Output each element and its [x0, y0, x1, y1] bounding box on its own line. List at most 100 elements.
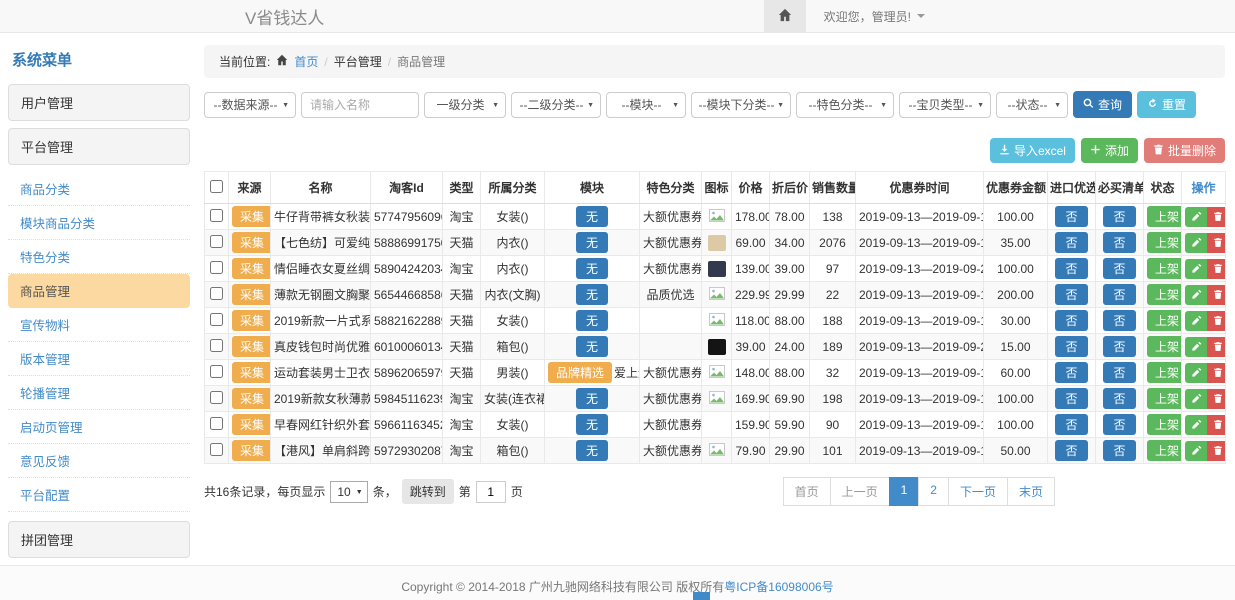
import-toggle-button[interactable]: 否	[1055, 336, 1087, 357]
sidebar-item[interactable]: 模块商品分类	[8, 206, 190, 240]
delete-button[interactable]	[1207, 441, 1226, 461]
filter-select[interactable]: 一级分类	[424, 92, 506, 118]
delete-button[interactable]	[1207, 285, 1226, 305]
reset-button[interactable]: 重置	[1137, 91, 1196, 118]
sidebar-item[interactable]: 商品分类	[8, 172, 190, 206]
sidebar-item[interactable]: 意见反馈	[8, 444, 190, 478]
status-button[interactable]: 上架	[1147, 284, 1182, 305]
row-checkbox[interactable]	[210, 235, 223, 248]
import-toggle-button[interactable]: 否	[1055, 310, 1087, 331]
delete-button[interactable]	[1207, 415, 1226, 435]
page-number-input[interactable]	[476, 481, 506, 503]
sidebar-item[interactable]: 版本管理	[8, 342, 190, 376]
filter-select[interactable]: --模块下分类--	[691, 92, 791, 118]
edit-button[interactable]	[1185, 311, 1207, 331]
search-button[interactable]: 查询	[1073, 91, 1132, 118]
edit-button[interactable]	[1185, 259, 1207, 279]
delete-button[interactable]	[1207, 259, 1226, 279]
import-toggle-button[interactable]: 否	[1055, 258, 1087, 279]
must-buy-toggle-button[interactable]: 否	[1103, 388, 1135, 409]
row-checkbox[interactable]	[210, 365, 223, 378]
sidebar-item[interactable]: 拼团管理	[8, 521, 190, 558]
home-button[interactable]	[764, 0, 806, 32]
status-button[interactable]: 上架	[1147, 414, 1182, 435]
must-buy-toggle-button[interactable]: 否	[1103, 362, 1135, 383]
delete-button[interactable]	[1207, 233, 1226, 253]
sidebar-item[interactable]: 特色分类	[8, 240, 190, 274]
status-button[interactable]: 上架	[1147, 336, 1182, 357]
status-button[interactable]: 上架	[1147, 362, 1182, 383]
page-button[interactable]: 1	[889, 477, 920, 506]
row-checkbox[interactable]	[210, 391, 223, 404]
delete-button[interactable]	[1207, 363, 1226, 383]
edit-button[interactable]	[1185, 389, 1207, 409]
row-checkbox[interactable]	[210, 287, 223, 300]
row-checkbox[interactable]	[210, 417, 223, 430]
must-buy-toggle-button[interactable]: 否	[1103, 440, 1135, 461]
sidebar-item[interactable]: 轮播管理	[8, 376, 190, 410]
sidebar-item[interactable]: 平台管理	[8, 128, 190, 165]
row-checkbox[interactable]	[210, 443, 223, 456]
sidebar-item[interactable]: 宣传物料	[8, 308, 190, 342]
page-button[interactable]: 2	[918, 477, 949, 506]
must-buy-toggle-button[interactable]: 否	[1103, 414, 1135, 435]
row-checkbox[interactable]	[210, 313, 223, 326]
import-toggle-button[interactable]: 否	[1055, 414, 1087, 435]
sidebar-item[interactable]: 平台配置	[8, 478, 190, 512]
must-buy-toggle-button[interactable]: 否	[1103, 258, 1135, 279]
filter-select[interactable]: --数据来源--	[204, 92, 296, 118]
must-buy-toggle-button[interactable]: 否	[1103, 206, 1135, 227]
page-button[interactable]: 上一页	[830, 477, 890, 506]
import-toggle-button[interactable]: 否	[1055, 232, 1087, 253]
filter-select[interactable]: --宝贝类型--	[899, 92, 991, 118]
sidebar-item[interactable]: 商品管理	[8, 274, 190, 308]
status-button[interactable]: 上架	[1147, 310, 1182, 331]
delete-button[interactable]	[1207, 337, 1226, 357]
batch-delete-button[interactable]: 批量删除	[1144, 138, 1225, 163]
filter-select[interactable]: --二级分类--	[511, 92, 601, 118]
must-buy-toggle-button[interactable]: 否	[1103, 232, 1135, 253]
sidebar-item[interactable]: 启动页管理	[8, 410, 190, 444]
filter-select[interactable]: --状态--	[996, 92, 1068, 118]
status-button[interactable]: 上架	[1147, 440, 1182, 461]
per-page-select[interactable]: 10	[330, 481, 367, 503]
import-toggle-button[interactable]: 否	[1055, 388, 1087, 409]
status-button[interactable]: 上架	[1147, 388, 1182, 409]
import-toggle-button[interactable]: 否	[1055, 362, 1087, 383]
delete-button[interactable]	[1207, 311, 1226, 331]
filter-select[interactable]: --模块--	[606, 92, 686, 118]
import-toggle-button[interactable]: 否	[1055, 440, 1087, 461]
edit-button[interactable]	[1185, 441, 1207, 461]
page-button[interactable]: 首页	[783, 477, 831, 506]
delete-button[interactable]	[1207, 207, 1226, 227]
edit-button[interactable]	[1185, 285, 1207, 305]
name-search-input[interactable]	[301, 92, 419, 118]
must-buy-toggle-button[interactable]: 否	[1103, 310, 1135, 331]
import-toggle-button[interactable]: 否	[1055, 206, 1087, 227]
row-checkbox[interactable]	[210, 261, 223, 274]
user-menu[interactable]: 欢迎您，管理员!	[824, 8, 925, 25]
must-buy-toggle-button[interactable]: 否	[1103, 336, 1135, 357]
edit-button[interactable]	[1185, 233, 1207, 253]
row-checkbox[interactable]	[210, 209, 223, 222]
status-button[interactable]: 上架	[1147, 206, 1182, 227]
page-button[interactable]: 下一页	[948, 477, 1008, 506]
select-all-checkbox[interactable]	[210, 180, 223, 193]
status-button[interactable]: 上架	[1147, 232, 1182, 253]
edit-button[interactable]	[1185, 415, 1207, 435]
jump-button[interactable]: 跳转到	[402, 479, 454, 504]
row-checkbox[interactable]	[210, 339, 223, 352]
edit-button[interactable]	[1185, 363, 1207, 383]
edit-button[interactable]	[1185, 337, 1207, 357]
edit-button[interactable]	[1185, 207, 1207, 227]
icp-link[interactable]: 粤ICP备16098006号	[724, 580, 833, 594]
page-button[interactable]: 末页	[1007, 477, 1055, 506]
status-button[interactable]: 上架	[1147, 258, 1182, 279]
sidebar-item[interactable]: 用户管理	[8, 84, 190, 121]
must-buy-toggle-button[interactable]: 否	[1103, 284, 1135, 305]
import-excel-button[interactable]: 导入excel	[990, 138, 1075, 163]
breadcrumb-home-link[interactable]: 首页	[294, 53, 318, 70]
add-button[interactable]: 添加	[1081, 138, 1138, 163]
filter-select[interactable]: --特色分类--	[796, 92, 894, 118]
delete-button[interactable]	[1207, 389, 1226, 409]
